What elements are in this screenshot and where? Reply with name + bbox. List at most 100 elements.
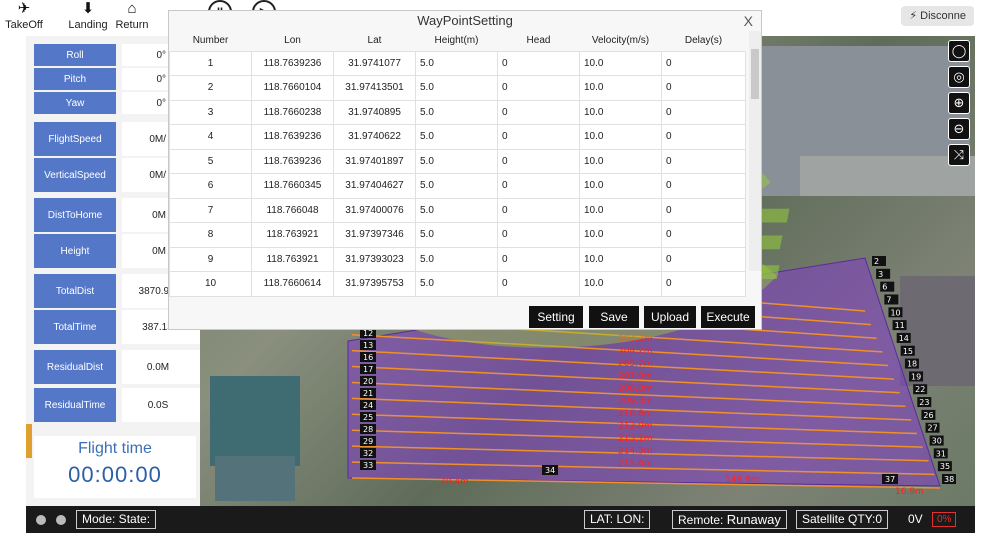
editable-cell[interactable]: 5.0 [415, 75, 498, 101]
disconnect-button[interactable]: ⚡ Disconne [901, 6, 974, 26]
zoom-in-icon[interactable]: ⊕ [948, 92, 970, 114]
waypoint-marker-label: 18 [907, 360, 917, 369]
table-cell: 118.7660104 [251, 75, 334, 101]
upload-button[interactable]: Upload [644, 306, 696, 328]
waypoint-marker-label: 21 [363, 389, 373, 398]
waypoint-marker-label: 13 [363, 341, 373, 350]
distance-label: 214.3m [618, 447, 653, 457]
table-row[interactable]: 2 118.7660104 31.97413501 5.0 0 10.0 0 [169, 75, 746, 101]
editable-cell[interactable]: 0 [497, 222, 580, 248]
status-bar: Mode: State: LAT: LON: Remote: Runaway S… [26, 506, 975, 533]
editable-cell[interactable]: 10.0 [579, 75, 662, 101]
distance-label: 203.2m [618, 334, 653, 344]
table-cell: 118.7660345 [251, 173, 334, 199]
editable-cell[interactable]: 5.0 [415, 124, 498, 150]
waypoint-marker-label: 10 [890, 308, 900, 317]
editable-cell[interactable]: 10.0 [579, 99, 662, 125]
table-row[interactable]: 5 118.7639236 31.97401897 5.0 0 10.0 0 [169, 148, 746, 174]
table-cell: 118.7639236 [251, 50, 334, 76]
close-icon[interactable]: X [744, 11, 753, 31]
editable-cell[interactable]: 5.0 [415, 99, 498, 125]
editable-cell[interactable]: 0 [661, 173, 746, 199]
table-cell: 10 [169, 271, 252, 297]
editable-cell[interactable]: 5.0 [415, 246, 498, 272]
editable-cell[interactable]: 10.0 [579, 50, 662, 76]
toolbar-more-button[interactable] [148, 0, 166, 36]
scrollbar-thumb[interactable] [751, 49, 759, 99]
waypoint-marker-label: 15 [903, 347, 913, 356]
takeoff-button[interactable]: ✈ TakeOff [2, 0, 46, 36]
setting-button[interactable]: Setting [529, 306, 583, 328]
editable-cell[interactable]: 0 [661, 222, 746, 248]
table-cell: 8 [169, 222, 252, 248]
editable-cell[interactable]: 10.0 [579, 124, 662, 150]
editable-cell[interactable]: 0 [497, 271, 580, 297]
editable-cell[interactable]: 0 [497, 246, 580, 272]
table-row[interactable]: 9 118.763921 31.97393023 5.0 0 10.0 0 [169, 246, 746, 272]
table-cell: 31.97401897 [333, 148, 416, 174]
waypoint-table: Number Lon Lat Height(m) Head Velocity(m/s) De… [169, 31, 746, 297]
distance-label: 209.3m [618, 397, 653, 407]
waypoint-marker-label: 12 [363, 329, 373, 338]
editable-cell[interactable]: 5.0 [415, 271, 498, 297]
shuffle-icon[interactable]: ⤨ [948, 144, 970, 166]
locate-icon[interactable]: ◎ [948, 66, 970, 88]
dialog-title: WayPointSetting [417, 13, 513, 28]
table-cell: 5 [169, 148, 252, 174]
table-cell: 31.9740622 [333, 124, 416, 150]
editable-cell[interactable]: 0 [497, 50, 580, 76]
table-cell: 31.97400076 [333, 197, 416, 223]
editable-cell[interactable]: 5.0 [415, 197, 498, 223]
editable-cell[interactable]: 0 [661, 50, 746, 76]
residual-dist-row: ResidualDist 0.0M [34, 350, 200, 384]
editable-cell[interactable]: 5.0 [415, 222, 498, 248]
table-row[interactable]: 1 118.7639236 31.9741077 5.0 0 10.0 0 [169, 50, 746, 76]
execute-button[interactable]: Execute [701, 306, 755, 328]
editable-cell[interactable]: 10.0 [579, 222, 662, 248]
waypoint-marker-label: 16 [363, 353, 373, 362]
table-row[interactable]: 8 118.763921 31.97397346 5.0 0 10.0 0 [169, 222, 746, 248]
distance-label: 213.1m [618, 434, 653, 444]
table-scrollbar[interactable] [749, 31, 761, 271]
editable-cell[interactable]: 0 [661, 99, 746, 125]
zoom-out-icon[interactable]: ⊖ [948, 118, 970, 140]
waypoint-marker-label: 35 [940, 462, 950, 471]
distance-label: 204.2m [618, 347, 653, 357]
editable-cell[interactable]: 5.0 [415, 50, 498, 76]
editable-cell[interactable]: 10.0 [579, 246, 662, 272]
distance-label: 207.0m [618, 372, 653, 382]
editable-cell[interactable]: 0 [661, 197, 746, 223]
table-header: Number Lon Lat Height(m) Head Velocity(m/s) De… [169, 31, 746, 51]
editable-cell[interactable]: 10.0 [579, 148, 662, 174]
editable-cell[interactable]: 0 [661, 124, 746, 150]
waypoint-marker-label: 19 [911, 372, 921, 381]
editable-cell[interactable]: 0 [661, 75, 746, 101]
editable-cell[interactable]: 5.0 [415, 148, 498, 174]
residual-time-row: ResidualTime 0.0S [34, 388, 200, 422]
editable-cell[interactable]: 10.0 [579, 271, 662, 297]
table-cell: 118.763921 [251, 222, 334, 248]
compass-icon[interactable]: ◯ [948, 40, 970, 62]
editable-cell[interactable]: 0 [497, 99, 580, 125]
table-row[interactable]: 7 118.766048 31.97400076 5.0 0 10.0 0 [169, 197, 746, 223]
editable-cell[interactable]: 10.0 [579, 197, 662, 223]
editable-cell[interactable]: 10.0 [579, 173, 662, 199]
editable-cell[interactable]: 5.0 [415, 173, 498, 199]
editable-cell[interactable]: 0 [497, 197, 580, 223]
editable-cell[interactable]: 0 [661, 148, 746, 174]
table-row[interactable]: 6 118.7660345 31.97404627 5.0 0 10.0 0 [169, 173, 746, 199]
table-row[interactable]: 10 118.7660614 31.97395753 5.0 0 10.0 0 [169, 271, 746, 297]
landing-button[interactable]: ⬇ Landing [66, 0, 110, 36]
editable-cell[interactable]: 0 [497, 75, 580, 101]
editable-cell[interactable]: 0 [661, 246, 746, 272]
column-header: Number [169, 31, 252, 51]
editable-cell[interactable]: 0 [661, 271, 746, 297]
table-row[interactable]: 3 118.7660238 31.9740895 5.0 0 10.0 0 [169, 99, 746, 125]
editable-cell[interactable]: 0 [497, 124, 580, 150]
editable-cell[interactable]: 0 [497, 148, 580, 174]
waypoint-marker-label: 3 [878, 270, 883, 279]
landing-icon: ⬇ [81, 0, 95, 17]
editable-cell[interactable]: 0 [497, 173, 580, 199]
save-button[interactable]: Save [589, 306, 639, 328]
table-row[interactable]: 4 118.7639236 31.9740622 5.0 0 10.0 0 [169, 124, 746, 150]
